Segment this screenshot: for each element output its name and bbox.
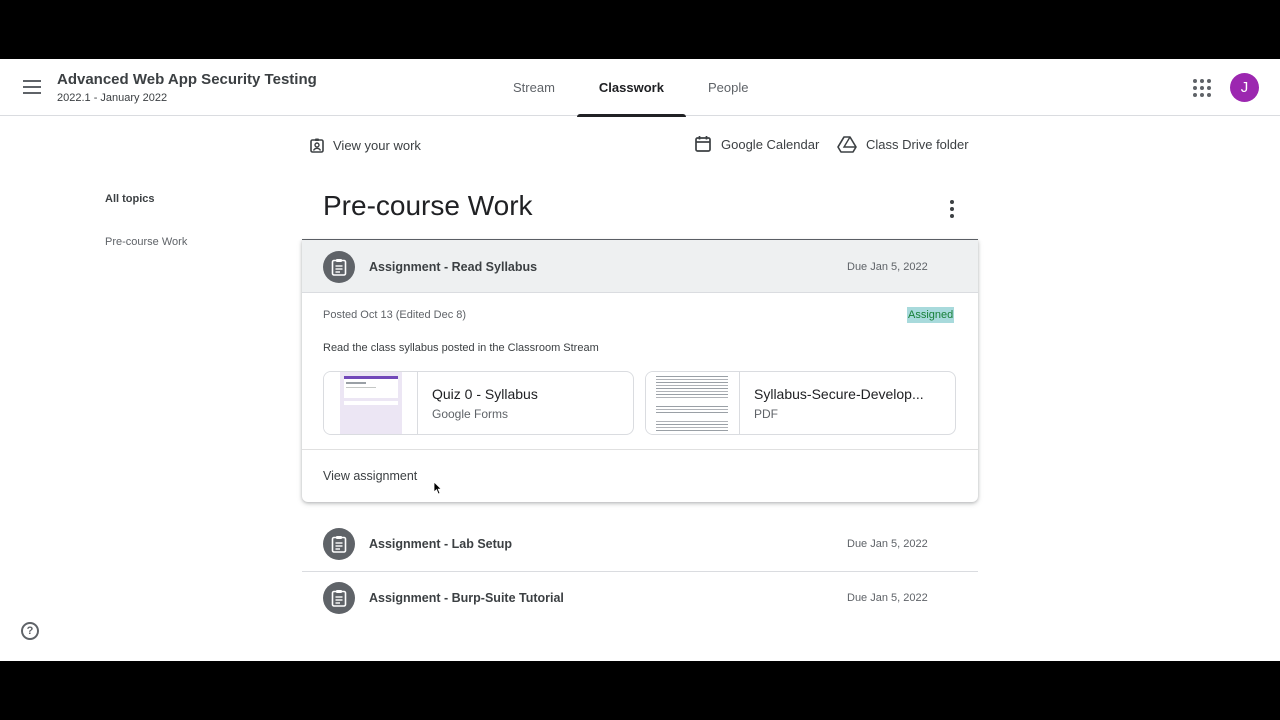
assignment-title: Assignment - Burp-Suite Tutorial [369,591,564,605]
hamburger-icon [23,80,41,82]
attachment-title: Quiz 0 - Syllabus [432,386,538,402]
view-your-work-link[interactable]: View your work [310,138,421,153]
class-drive-folder-link[interactable]: Class Drive folder [837,135,969,153]
top-app-bar: Advanced Web App Security Testing 2022.1… [0,59,1280,117]
tab-classwork[interactable]: Classwork [576,59,687,117]
status-badge: Assigned [907,307,955,323]
avatar[interactable]: J [1230,73,1259,102]
assignment-icon [323,251,355,283]
assignment-row-burp-suite[interactable]: Assignment - Burp-Suite Tutorial Due Jan… [302,571,978,625]
view-your-work-label: View your work [333,138,421,153]
class-title[interactable]: Advanced Web App Security Testing [57,71,317,88]
assignment-ind-icon [310,138,324,153]
attachment-title: Syllabus-Secure-Develop... [754,386,924,402]
attachment-quiz-form[interactable]: Quiz 0 - Syllabus Google Forms [323,371,634,435]
assignment-icon [323,582,355,614]
class-tabs: Stream Classwork People [491,59,770,117]
view-assignment-link[interactable]: View assignment [323,469,417,483]
google-apps-icon[interactable] [1190,76,1214,100]
assignment-icon [323,528,355,560]
classroom-window: Advanced Web App Security Testing 2022.1… [0,59,1280,661]
assignment-due-date: Due Jan 5, 2022 [847,592,928,604]
posted-date: Posted Oct 13 (Edited Dec 8) [323,309,467,321]
tab-stream[interactable]: Stream [491,59,577,116]
assignment-title: Assignment - Read Syllabus [369,260,538,274]
mouse-cursor-icon [433,481,442,495]
pdf-thumbnail [646,372,740,434]
card-divider [302,449,978,450]
main-menu-button[interactable] [16,71,48,103]
assignment-header-read-syllabus[interactable]: Assignment - Read Syllabus Due Jan 5, 20… [302,240,978,293]
expanded-assignment-card: Assignment - Read Syllabus Due Jan 5, 20… [302,240,978,502]
forms-thumbnail [324,372,418,434]
attachment-type: PDF [754,407,778,421]
sidebar-item-pre-course-work[interactable]: Pre-course Work [105,236,187,248]
assignment-due-date: Due Jan 5, 2022 [847,538,928,550]
assignment-description: Read the class syllabus posted in the Cl… [323,342,599,354]
google-calendar-link[interactable]: Google Calendar [694,135,819,153]
calendar-icon [695,136,711,152]
attachment-type: Google Forms [432,407,509,421]
google-calendar-label: Google Calendar [721,136,820,152]
topic-title: Pre-course Work [323,190,533,221]
help-icon[interactable]: ? [21,622,39,640]
assignment-row-lab-setup[interactable]: Assignment - Lab Setup Due Jan 5, 2022 [302,517,978,571]
assignment-due-date: Due Jan 5, 2022 [847,261,928,273]
topic-more-options-icon[interactable] [940,197,964,221]
drive-icon [837,136,857,153]
assignment-title: Assignment - Lab Setup [369,537,513,551]
attachment-syllabus-pdf[interactable]: Syllabus-Secure-Develop... PDF [645,371,956,435]
sidebar-item-all-topics[interactable]: All topics [105,193,155,205]
tab-people[interactable]: People [686,59,770,116]
class-subtitle: 2022.1 - January 2022 [57,92,168,104]
class-drive-folder-label: Class Drive folder [866,136,969,152]
